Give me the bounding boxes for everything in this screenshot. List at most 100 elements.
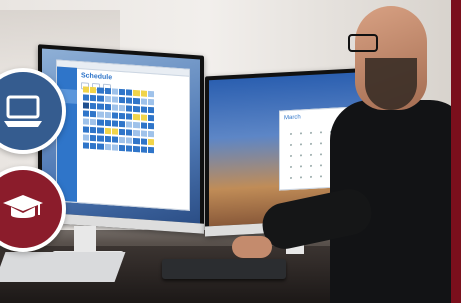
schedule-cell	[147, 130, 155, 138]
schedule-cell	[97, 87, 104, 94]
schedule-cell	[133, 129, 140, 137]
calendar-day-dot	[319, 164, 322, 167]
schedule-cell	[90, 118, 97, 126]
schedule-cell	[126, 145, 133, 152]
calendar-day	[286, 173, 295, 183]
schedule-cell	[147, 138, 155, 146]
schedule-cell	[119, 120, 126, 128]
calendar-day	[286, 162, 295, 172]
laptop-icon	[4, 95, 42, 127]
person-beard	[365, 58, 417, 110]
schedule-cell	[140, 146, 147, 153]
schedule-cell	[119, 144, 126, 152]
schedule-cell	[140, 130, 147, 137]
calendar-day	[296, 172, 305, 182]
schedule-cell	[104, 103, 111, 111]
schedule-cell	[111, 136, 119, 143]
schedule-cell	[111, 144, 119, 151]
calendar-day	[316, 171, 325, 181]
person-hand	[232, 236, 272, 258]
calendar-day-dot	[309, 153, 312, 156]
schedule-cell	[90, 102, 97, 110]
schedule-cell	[126, 105, 133, 112]
schedule-cell	[97, 119, 104, 126]
schedule-row-label	[71, 110, 83, 117]
schedule-cell	[83, 110, 90, 117]
calendar-day-dot	[309, 175, 312, 178]
schedule-cell	[133, 97, 140, 105]
schedule-cell	[83, 134, 90, 141]
calendar-day-dot	[319, 142, 322, 145]
calendar-day	[296, 128, 305, 138]
schedule-cell	[147, 106, 155, 114]
schedule-cell	[119, 128, 126, 136]
schedule-cell	[83, 86, 90, 93]
calendar-day	[296, 139, 305, 149]
schedule-cell	[126, 113, 133, 120]
schedule-cell	[126, 121, 133, 128]
calendar-day-dot	[319, 153, 322, 156]
schedule-cell	[97, 127, 104, 134]
calendar-day-dot	[299, 176, 302, 179]
schedule-cell	[140, 138, 147, 145]
keyboard	[162, 259, 286, 279]
left-monitor-screen: Schedule	[42, 48, 200, 224]
calendar-day-dot	[319, 175, 322, 178]
schedule-cell	[104, 111, 111, 119]
calendar-day-dot	[289, 143, 292, 147]
schedule-row-label	[71, 86, 83, 93]
calendar-day-dot	[299, 132, 302, 135]
schedule-cell	[111, 112, 119, 119]
calendar-day	[306, 139, 315, 149]
calendar-day	[306, 128, 315, 138]
schedule-row-label	[71, 118, 83, 125]
schedule-cell	[126, 89, 133, 96]
schedule-row-label	[71, 134, 83, 141]
calendar-day	[306, 161, 315, 171]
schedule-cell	[90, 142, 97, 150]
calendar-day-dot	[309, 142, 312, 145]
schedule-cell	[111, 96, 119, 103]
schedule-cell	[104, 119, 111, 127]
schedule-cell	[104, 127, 111, 135]
schedule-cell	[83, 126, 90, 133]
photo-scene: Schedule March	[0, 0, 461, 303]
sidebar-item	[57, 71, 77, 86]
schedule-cell	[126, 129, 133, 136]
schedule-cell	[133, 113, 140, 121]
graduation-cap-icon	[3, 195, 43, 218]
schedule-cell	[111, 88, 119, 95]
schedule-cell	[97, 111, 104, 118]
left-monitor-stand	[74, 226, 96, 254]
schedule-cell	[90, 126, 97, 134]
calendar-day-dot	[299, 143, 302, 146]
schedule-cell	[140, 98, 147, 105]
schedule-cell	[140, 122, 147, 129]
schedule-cell	[97, 103, 104, 110]
schedule-row-label	[71, 142, 83, 149]
schedule-cell	[147, 146, 155, 154]
schedule-cell	[90, 134, 97, 142]
schedule-row-label	[71, 94, 83, 101]
schedule-grid	[71, 86, 155, 156]
schedule-cell	[111, 120, 119, 127]
calendar-day	[286, 151, 295, 161]
schedule-cell	[126, 97, 133, 104]
schedule-cell	[104, 87, 111, 95]
schedule-cell	[140, 114, 147, 121]
schedule-cell	[147, 98, 155, 106]
calendar-day	[296, 150, 305, 160]
calendar-day	[316, 149, 325, 159]
schedule-cell	[119, 112, 126, 120]
calendar-day-dot	[289, 176, 292, 180]
eyeglasses	[348, 34, 378, 52]
schedule-cell	[90, 86, 97, 94]
calendar-day	[316, 138, 325, 148]
calendar-day-dot	[309, 131, 312, 134]
calendar-day-dot	[319, 131, 322, 134]
schedule-cell	[140, 106, 147, 113]
schedule-cell	[119, 136, 126, 144]
schedule-cell	[133, 121, 140, 129]
schedule-cell	[83, 118, 90, 125]
schedule-cell	[97, 135, 104, 142]
